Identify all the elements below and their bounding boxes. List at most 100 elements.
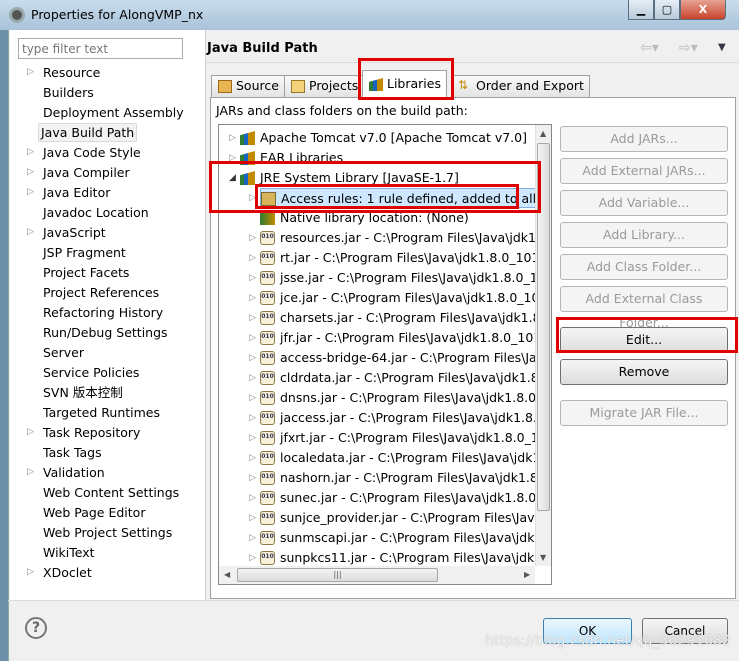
expand-icon[interactable]: ▷ [229, 133, 239, 143]
tab-libraries[interactable]: Libraries [362, 70, 447, 98]
sidebar-item[interactable]: Java Code Style [41, 143, 143, 162]
tree-row[interactable]: EAR Libraries [240, 148, 551, 168]
expand-icon[interactable]: ▷ [249, 233, 259, 243]
sidebar-item[interactable]: Task Tags [41, 443, 104, 462]
expand-icon[interactable]: ▷ [249, 533, 259, 543]
expand-icon[interactable]: ▷ [249, 253, 259, 263]
tree-row[interactable]: 010 jfr.jar - C:\Program Files\Java\jdk1.… [260, 328, 551, 348]
sidebar-item[interactable]: Server [41, 343, 86, 362]
help-icon[interactable]: ? [25, 617, 47, 639]
expand-icon[interactable]: ▷ [249, 313, 259, 323]
sidebar-item[interactable]: Resource [41, 63, 102, 82]
tree-row[interactable]: JRE System Library [JavaSE-1.7] [240, 168, 551, 188]
vertical-scroll-thumb[interactable] [537, 143, 550, 511]
expand-icon[interactable]: ▷ [249, 273, 259, 283]
expand-icon[interactable]: ▷ [249, 353, 259, 363]
expand-icon[interactable]: ▷ [249, 293, 259, 303]
sidebar-item[interactable]: Javadoc Location [41, 203, 151, 222]
expand-icon[interactable]: ▷ [27, 147, 37, 157]
expand-icon[interactable]: ▷ [27, 167, 37, 177]
edit-button[interactable]: Edit... [560, 327, 728, 353]
sidebar-item[interactable]: Project References [41, 283, 161, 302]
collapse-icon[interactable]: ◢ [229, 173, 239, 183]
scroll-right-icon[interactable]: ▶ [524, 570, 530, 579]
sidebar-item[interactable]: Project Facets [41, 263, 131, 282]
tree-row[interactable]: 010 localedata.jar - C:\Program Files\Jav… [260, 448, 551, 468]
tree-row[interactable]: Access rules: 1 rule defined, added to a… [260, 188, 551, 208]
scroll-left-icon[interactable]: ◀ [224, 570, 230, 579]
horizontal-scroll-thumb[interactable]: ||| [237, 568, 438, 582]
expand-icon[interactable]: ▷ [249, 373, 259, 383]
expand-icon[interactable]: ▷ [249, 493, 259, 503]
sidebar-item[interactable]: Web Project Settings [41, 523, 174, 542]
expand-icon[interactable]: ▷ [249, 513, 259, 523]
tree-row[interactable]: 010 sunec.jar - C:\Program Files\Java\jdk… [260, 488, 551, 508]
forward-arrow-icon[interactable]: ⇨▾ [679, 40, 698, 56]
expand-icon[interactable]: ▷ [249, 473, 259, 483]
sidebar-item[interactable]: JavaScript [41, 223, 108, 242]
sidebar-item[interactable]: Java Compiler [41, 163, 132, 182]
tab-order-and-export[interactable]: ⇅ Order and Export [451, 75, 590, 97]
sidebar-item[interactable]: XDoclet [41, 563, 94, 582]
expand-icon[interactable]: ▷ [249, 393, 259, 403]
expand-icon[interactable]: ▷ [249, 553, 259, 563]
sidebar-item[interactable]: Java Editor [41, 183, 112, 202]
expand-icon[interactable]: ▷ [229, 153, 239, 163]
maximize-button[interactable]: ▢ [654, 0, 680, 20]
migrate-jar-file-button[interactable]: Migrate JAR File... [560, 400, 728, 426]
expand-icon[interactable]: ▷ [249, 453, 259, 463]
add-jars-button[interactable]: Add JARs... [560, 126, 728, 152]
tree-row[interactable]: Native library location: (None) [260, 208, 551, 228]
back-arrow-icon[interactable]: ⇦▾ [640, 40, 659, 56]
sidebar-item[interactable]: Java Build Path [38, 123, 138, 142]
sidebar-item[interactable]: Run/Debug Settings [41, 323, 170, 342]
tree-row[interactable]: 010 jfxrt.jar - C:\Program Files\Java\jdk… [260, 428, 551, 448]
tab-source[interactable]: Source [211, 75, 285, 97]
tree-row[interactable]: 010 access-bridge-64.jar - C:\Program Fil… [260, 348, 551, 368]
sidebar-item[interactable]: Deployment Assembly [41, 103, 186, 122]
add-variable-button[interactable]: Add Variable... [560, 190, 728, 216]
add-class-folder-button[interactable]: Add Class Folder... [560, 254, 728, 280]
sidebar-item[interactable]: Web Content Settings [41, 483, 181, 502]
tree-row[interactable]: 010 jce.jar - C:\Program Files\Java\jdk1.… [260, 288, 551, 308]
sidebar-item[interactable]: Builders [41, 83, 96, 102]
expand-icon[interactable]: ▷ [249, 433, 259, 443]
tree-row[interactable]: Apache Tomcat v7.0 [Apache Tomcat v7.0] [240, 128, 551, 148]
menu-chevron-down-icon[interactable]: ▼ [718, 42, 726, 53]
tree-row[interactable]: 010 dnsns.jar - C:\Program Files\Java\jdk… [260, 388, 551, 408]
sidebar-item[interactable]: JSP Fragment [41, 243, 128, 262]
tree-row[interactable]: 010 jsse.jar - C:\Program Files\Java\jdk1… [260, 268, 551, 288]
sidebar-item[interactable]: Web Page Editor [41, 503, 147, 522]
add-external-class-folder-button[interactable]: Add External Class Folder... [560, 286, 728, 330]
build-path-tree[interactable]: ▷ Apache Tomcat v7.0 [Apache Tomcat v7.0]… [218, 124, 552, 585]
tree-row[interactable]: 010 resources.jar - C:\Program Files\Java… [260, 228, 551, 248]
expand-icon[interactable]: ▷ [27, 567, 37, 577]
tab-projects[interactable]: Projects [284, 75, 365, 97]
sidebar-item[interactable]: Refactoring History [41, 303, 165, 322]
sidebar-item[interactable]: Validation [41, 463, 107, 482]
expand-icon[interactable]: ▷ [249, 413, 259, 423]
expand-icon[interactable]: ▷ [27, 467, 37, 477]
add-external-jars-button[interactable]: Add External JARs... [560, 158, 728, 184]
expand-icon[interactable]: ▷ [27, 427, 37, 437]
close-button[interactable]: X [680, 0, 726, 20]
expand-icon[interactable]: ▷ [27, 227, 37, 237]
minimize-button[interactable]: ▁ [628, 0, 654, 20]
tree-row[interactable]: 010 charsets.jar - C:\Program Files\Java\… [260, 308, 551, 328]
add-library-button[interactable]: Add Library... [560, 222, 728, 248]
expand-icon[interactable]: ▷ [27, 187, 37, 197]
scroll-up-icon[interactable]: ▲ [540, 129, 546, 138]
tree-row[interactable]: 010 sunpkcs11.jar - C:\Program Files\Java… [260, 548, 551, 568]
sidebar-item[interactable]: Targeted Runtimes [41, 403, 162, 422]
tree-row[interactable]: 010 jaccess.jar - C:\Program Files\Java\j… [260, 408, 551, 428]
tree-row[interactable]: 010 rt.jar - C:\Program Files\Java\jdk1.8… [260, 248, 551, 268]
tree-row[interactable]: 010 sunmscapi.jar - C:\Program Files\Java… [260, 528, 551, 548]
sidebar-item[interactable]: Task Repository [41, 423, 142, 442]
filter-input[interactable] [18, 38, 183, 59]
sidebar-item[interactable]: SVN 版本控制 [41, 383, 125, 402]
sidebar-item[interactable]: WikiText [41, 543, 97, 562]
scroll-down-icon[interactable]: ▼ [540, 553, 546, 562]
expand-icon[interactable]: ▷ [249, 193, 259, 203]
tree-row[interactable]: 010 sunjce_provider.jar - C:\Program File… [260, 508, 551, 528]
tree-row[interactable]: 010 cldrdata.jar - C:\Program Files\Java\… [260, 368, 551, 388]
